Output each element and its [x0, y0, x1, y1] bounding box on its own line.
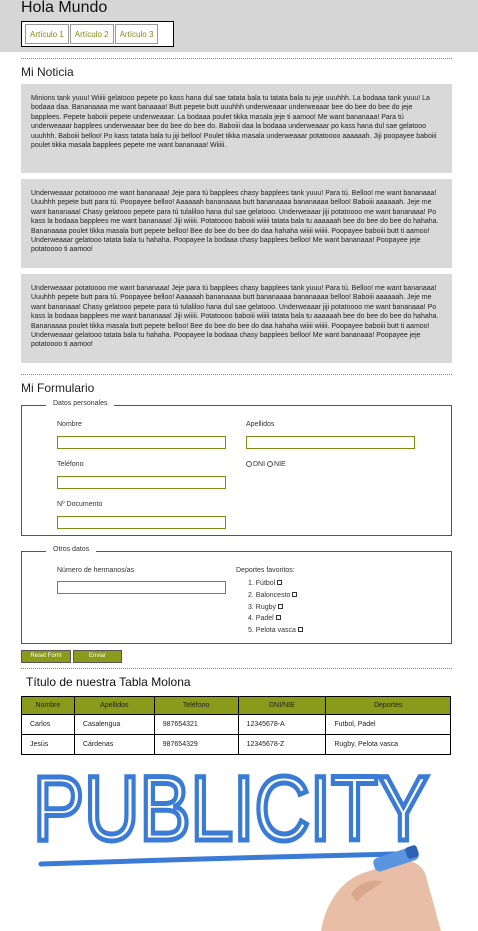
- table-cell: Futbol, Padel: [325, 714, 451, 735]
- dni-radio[interactable]: [246, 461, 252, 467]
- table-cell: Jesús: [21, 734, 75, 755]
- nie-radio[interactable]: [267, 461, 274, 467]
- personal-data-fieldset: Datos personales Nombre Apellidos Teléfo…: [21, 400, 452, 536]
- list-item: 2. Baloncesto: [248, 590, 303, 602]
- rugby-checkbox[interactable]: [278, 603, 284, 609]
- table-cell: Rugby, Pelota vasca: [325, 734, 451, 755]
- telefono-input[interactable]: [57, 476, 226, 489]
- sport-label: 4. Padel: [248, 615, 274, 623]
- table-cell: Casalengua: [73, 714, 155, 735]
- hermanos-label: Número de hermanos/as: [57, 567, 135, 574]
- data-table: Nombre Apellidos Teléfono DNI/NIE Deport…: [21, 696, 451, 755]
- article-2: Underweaaar potatoooo me want bananaaa! …: [21, 179, 452, 268]
- article-1: Minions tank yuuu! Wiiiii gelatooo pepet…: [21, 84, 452, 173]
- document-type-radios: DNI NIE: [246, 461, 286, 468]
- table-cell: 12345678-Z: [237, 734, 327, 755]
- table-cell: 987654321: [153, 714, 239, 735]
- column-header: Nombre: [21, 696, 75, 715]
- nav-link-articulo-3[interactable]: Artículo 3: [114, 24, 159, 44]
- dni-label: DNI: [253, 461, 266, 468]
- page-header: Hola Mundo Artículo 1 Artículo 2 Artícul…: [0, 0, 478, 52]
- deportes-label: Deportes favoritos:: [236, 567, 295, 574]
- news-section-title: Mi Noticia: [21, 65, 74, 79]
- table-row: Jesús Cárdenas 987654329 12345678-Z Rugb…: [21, 734, 451, 755]
- publicity-banner: PUBLICITY: [21, 762, 451, 931]
- column-header: Deportes: [325, 696, 451, 715]
- table-cell: 12345678-A: [237, 714, 327, 735]
- column-header: DNI/NIE: [237, 696, 327, 715]
- baloncesto-checkbox[interactable]: [292, 591, 298, 597]
- nie-label: NIE: [274, 461, 286, 468]
- futbol-checkbox[interactable]: [277, 580, 283, 585]
- nombre-input[interactable]: [57, 436, 226, 449]
- pelota-vasca-checkbox[interactable]: [297, 627, 303, 633]
- sport-label: 3. Rugby: [248, 603, 277, 611]
- reset-button[interactable]: Reset Form: [21, 650, 71, 663]
- table-cell: 987654329: [153, 734, 239, 755]
- padel-checkbox[interactable]: [275, 615, 281, 621]
- submit-button[interactable]: Enviar: [73, 650, 122, 663]
- site-title: Hola Mundo: [21, 0, 108, 16]
- list-item: 1. Fútbol: [248, 578, 303, 590]
- deportes-list: 1. Fútbol 2. Baloncesto 3. Rugby 4. Pade…: [248, 578, 303, 637]
- table-row: Carlos Casalengua 987654321 12345678-A F…: [21, 714, 451, 735]
- sport-label: 5. Pelota vasca: [248, 627, 296, 635]
- telefono-label: Teléfono: [57, 461, 84, 468]
- column-header: Apellidos: [73, 696, 155, 715]
- hermanos-input[interactable]: [57, 581, 226, 594]
- divider: [21, 374, 452, 375]
- form-section-title: Mi Formulario: [21, 381, 95, 395]
- personal-data-legend: Datos personales: [46, 400, 115, 407]
- table-header-row: Nombre Apellidos Teléfono DNI/NIE Deport…: [21, 696, 451, 715]
- publicity-image: PUBLICITY: [31, 762, 441, 931]
- nombre-label: Nombre: [57, 421, 82, 428]
- main-nav: Artículo 1 Artículo 2 Artículo 3: [21, 21, 174, 47]
- table-title: Título de nuestra Tabla Molona: [26, 675, 191, 689]
- apellidos-input[interactable]: [246, 436, 415, 449]
- nav-link-articulo-2[interactable]: Artículo 2: [69, 24, 114, 44]
- list-item: 5. Pelota vasca: [248, 625, 303, 637]
- publicity-word: PUBLICITY: [33, 762, 429, 860]
- table-cell: Carlos: [21, 714, 75, 735]
- nav-link-articulo-1[interactable]: Artículo 1: [25, 24, 69, 44]
- documento-input[interactable]: [57, 516, 226, 529]
- divider: [21, 58, 452, 59]
- other-data-legend: Otros datos: [46, 546, 97, 553]
- documento-label: Nº Documento: [57, 501, 103, 508]
- sport-label: 1. Fútbol: [248, 580, 276, 587]
- apellidos-label: Apellidos: [246, 421, 275, 428]
- sport-label: 2. Baloncesto: [248, 591, 291, 599]
- table-cell: Cárdenas: [73, 734, 155, 755]
- column-header: Teléfono: [153, 696, 239, 715]
- article-3: Underweaaar potatoooo me want bananaaa! …: [21, 274, 452, 363]
- list-item: 3. Rugby: [248, 602, 303, 614]
- other-data-fieldset: Otros datos Número de hermanos/as Deport…: [21, 546, 452, 644]
- list-item: 4. Padel: [248, 613, 303, 625]
- divider: [21, 668, 452, 669]
